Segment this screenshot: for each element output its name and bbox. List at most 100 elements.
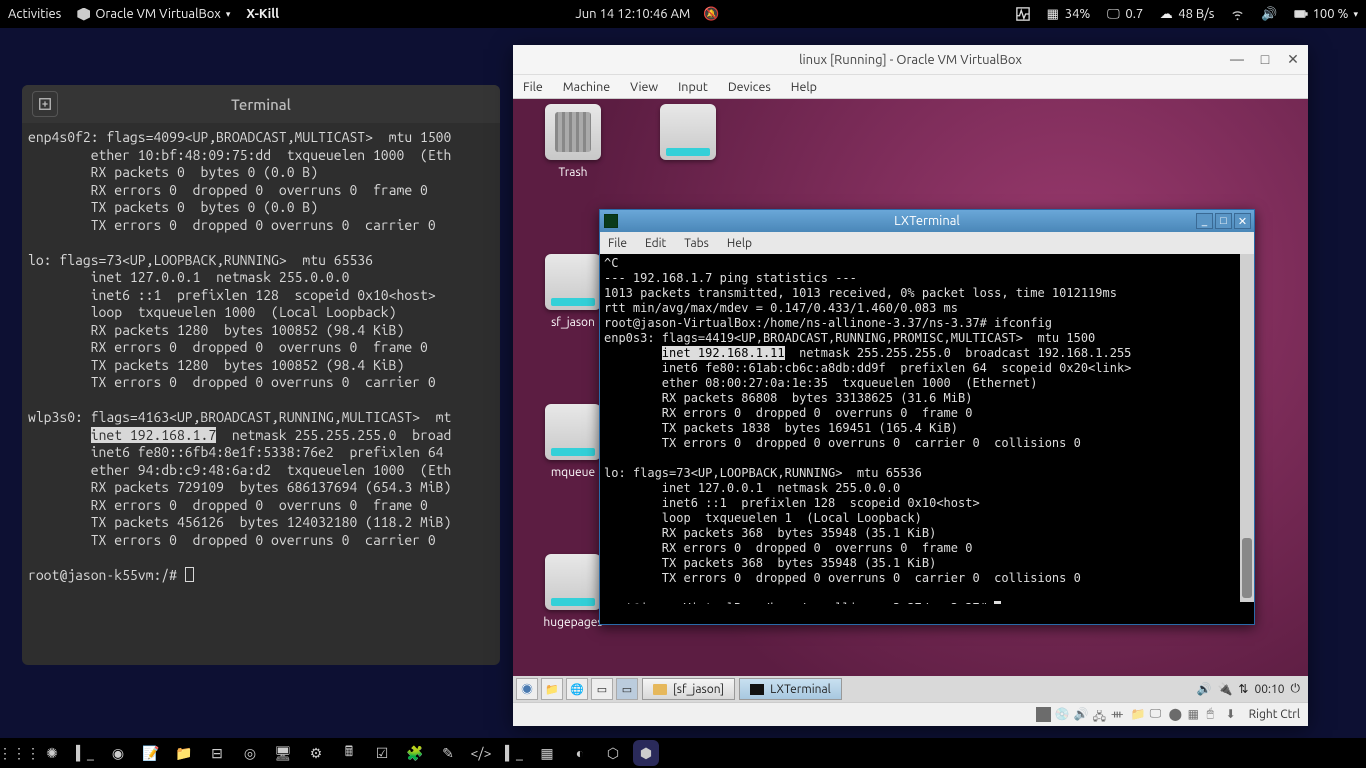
vbox-titlebar[interactable]: linux [Running] - Oracle VM VirtualBox —… [513,45,1308,75]
tweaks-icon[interactable]: ⚙ [303,740,329,766]
discs-icon[interactable]: ⊟ [204,740,230,766]
desktop-icon-drive[interactable] [643,104,733,166]
maximize-button[interactable]: □ [1256,51,1274,68]
puzzle-icon[interactable]: 🧩 [402,740,428,766]
battery-value: 100 % [1313,7,1349,21]
display-icon: 🖵 [1150,707,1165,722]
cpu-indicator[interactable]: ▦ 34% [1046,7,1091,21]
scrollbar-thumb[interactable] [1242,538,1252,598]
terminal-icon [750,684,764,695]
drive-icon [545,554,601,610]
grid-icon[interactable]: ▦ [534,740,560,766]
close-button[interactable]: ✕ [1234,213,1251,229]
power-icon[interactable]: ⏻ [1291,682,1301,696]
wifi-icon[interactable] [1230,7,1245,22]
start-menu-button[interactable] [516,678,538,700]
battery-indicator[interactable]: 100 % ▾ [1294,7,1358,21]
host-terminal-window[interactable]: Terminal enp4s0f2: flags=4099<UP,BROADCA… [22,85,500,665]
app-menu[interactable]: Oracle VM VirtualBox ▾ [77,7,230,21]
mouse-integration-icon: 🖱 [1207,707,1222,722]
drive-icon [545,254,601,310]
menu-file[interactable]: File [523,80,543,94]
lxterminal-titlebar[interactable]: LXTerminal _ □ ✕ [600,210,1254,232]
notes-icon[interactable]: 📝 [138,740,164,766]
volume-icon[interactable]: 🔊 [1197,682,1212,696]
vbox-title-label: linux [Running] - Oracle VM VirtualBox [799,53,1022,67]
hex-icon[interactable]: ⬡ [600,740,626,766]
activities-button[interactable]: Activities [8,7,61,21]
lxterminal-window[interactable]: LXTerminal _ □ ✕ File Edit Tabs Help ^C ---… [599,209,1255,625]
guest-clock[interactable]: 00:10 [1254,683,1284,696]
maximize-button[interactable]: □ [1215,213,1232,229]
target-icon[interactable]: ◎ [237,740,263,766]
writer-icon[interactable]: ✎ [435,740,461,766]
taskbar-app-label: LXTerminal [770,683,831,696]
menu-help[interactable]: Help [727,237,752,250]
trash-icon [545,104,601,160]
vbox-icon[interactable]: ⬢ [633,740,659,766]
download-indicator[interactable]: ☁ 48 B/s [1159,7,1214,21]
folder-icon [653,684,667,695]
terminal2-icon[interactable]: ▍_ [501,740,527,766]
clock-label[interactable]: Jun 14 12:10:46 AM [575,7,690,21]
icon-label: Trash [528,166,618,179]
terminal-icon[interactable]: ▍_ [72,740,98,766]
gnome-dock[interactable]: ⋮⋮⋮ ✺ ▍_ ◉ 📝 📁 ⊟ ◎ 🖥 ⚙ 🖩 ☑ 🧩 ✎ </> ▍_ ▦ ◐ ⬡ ⬢ [0,738,1366,768]
apps-icon[interactable]: ⋮⋮⋮ [6,740,32,766]
menu-tabs[interactable]: Tabs [684,237,709,250]
menu-view[interactable]: View [630,80,658,94]
network-icon: 🖧 [1093,707,1108,722]
sysmon-indicator[interactable] [1016,7,1030,21]
menu-help[interactable]: Help [791,80,817,94]
network-icon[interactable]: ⇅ [1238,682,1248,696]
desktop-icon-Trash[interactable]: Trash [528,104,618,179]
show-desktop-button[interactable]: ▭ [616,678,638,700]
remmina-icon[interactable]: 🖥 [270,740,296,766]
guest-taskbar[interactable]: 📁 🌐 ▭ ▭ [sf_jason] LXTerminal 🔊 🔌 ⇅ 00:10… [513,676,1308,702]
activity-icon [1016,7,1030,21]
ring-icon[interactable]: ◐ [567,740,593,766]
cpu-icon: ▦ [1046,7,1060,21]
lxterminal-output[interactable]: ^C --- 192.168.1.7 ping statistics --- 1… [600,254,1254,604]
menu-edit[interactable]: Edit [645,237,666,250]
files-icon[interactable]: 📁 [171,740,197,766]
battery-icon[interactable]: 🔌 [1217,682,1232,696]
host-terminal-titlebar[interactable]: Terminal [22,85,500,123]
launcher-browser[interactable]: 🌐 [566,678,588,700]
taskbar-app[interactable]: [sf_jason] [642,678,735,700]
launcher-windows[interactable]: ▭ [591,678,613,700]
minimize-button[interactable]: — [1228,51,1246,68]
vbox-menubar[interactable]: File Machine View Input Devices Help [513,75,1308,99]
host-terminal-title: Terminal [231,96,291,113]
xkill-button[interactable]: X-Kill [246,7,279,21]
menu-machine[interactable]: Machine [563,80,610,94]
battery-icon [1294,7,1308,21]
shared-folders-icon: 📁 [1131,707,1146,722]
minimize-button[interactable]: _ [1196,213,1213,229]
new-tab-button[interactable] [32,91,58,117]
settings-icon[interactable]: ✺ [39,740,65,766]
vscode-icon[interactable]: </> [468,740,494,766]
scrollbar[interactable] [1240,254,1254,602]
menu-file[interactable]: File [608,237,627,250]
virtualbox-window[interactable]: linux [Running] - Oracle VM VirtualBox —… [513,45,1308,726]
lxterminal-menubar[interactable]: File Edit Tabs Help [600,232,1254,254]
close-button[interactable]: ✕ [1284,51,1302,68]
menu-input[interactable]: Input [678,80,708,94]
taskbar-app[interactable]: LXTerminal [739,678,842,700]
calc-icon[interactable]: 🖩 [336,740,362,766]
volume-icon[interactable]: 🔊 [1261,7,1277,22]
net-indicator[interactable]: 🖵 0.7 [1106,7,1143,21]
menu-devices[interactable]: Devices [728,80,771,94]
chevron-down-icon: ▾ [226,9,231,20]
guest-desktop[interactable]: hugepagesmqueuesf_jasonTrash LXTerminal … [513,99,1308,702]
chrome-icon[interactable]: ◉ [105,740,131,766]
host-key-label: Right Ctrl [1249,708,1300,721]
host-terminal-output[interactable]: enp4s0f2: flags=4099<UP,BROADCAST,MULTIC… [22,123,500,590]
lxterminal-title-label: LXTerminal [894,214,960,228]
launcher-filemanager[interactable]: 📁 [541,678,563,700]
cpu-value: 34% [1065,7,1091,21]
net-value: 0.7 [1125,7,1143,21]
cpu-icon: ▦ [1188,707,1203,722]
todo-icon[interactable]: ☑ [369,740,395,766]
